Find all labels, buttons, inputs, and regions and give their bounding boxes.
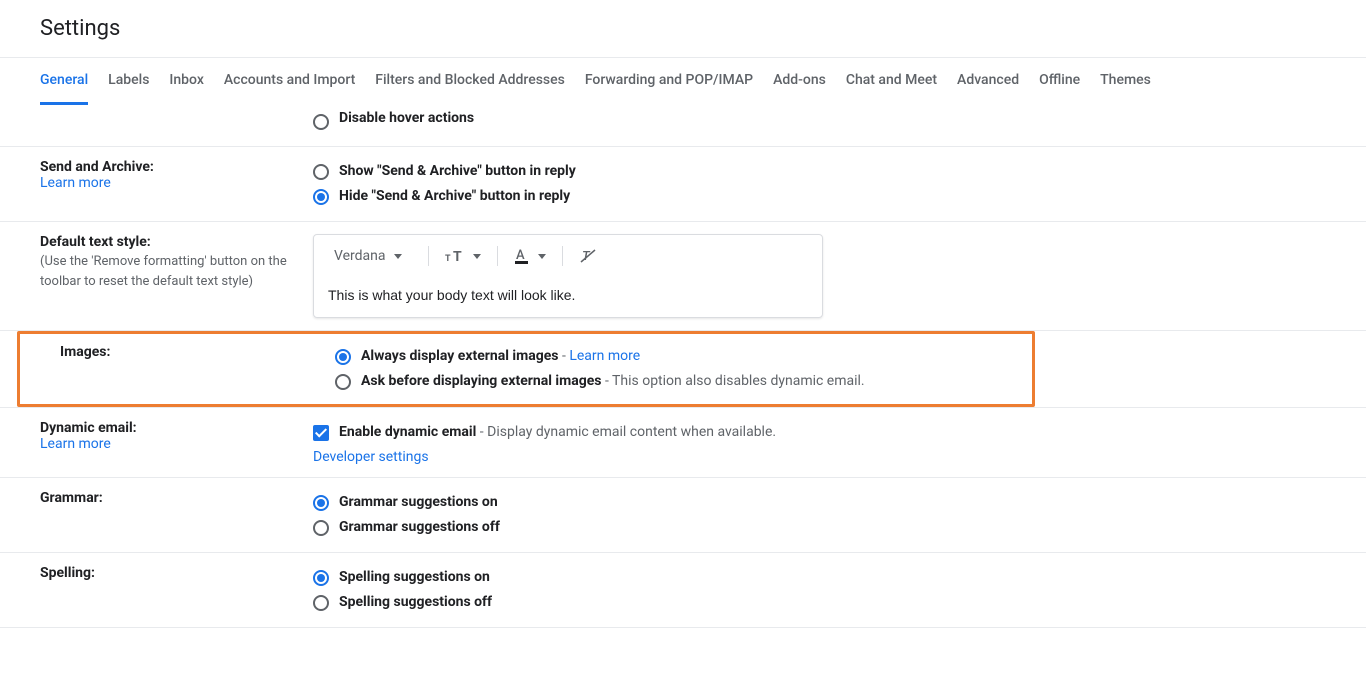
radio-grammar-on[interactable] [313,495,329,511]
link-images-learn-more[interactable]: Learn more [569,348,640,364]
settings-content: Disable hover actions Send and Archive: … [0,105,1366,628]
font-name: Verdana [334,248,386,264]
font-size-picker[interactable]: T T [439,244,487,268]
text-color-icon: A [514,247,530,265]
tab-forwarding-pop-imap[interactable]: Forwarding and POP/IMAP [585,58,753,105]
label-always-display-images: Always display external images [361,348,558,364]
radio-spelling-on[interactable] [313,570,329,586]
tab-inbox[interactable]: Inbox [169,58,203,105]
link-send-archive-learn-more[interactable]: Learn more [40,175,111,191]
chevron-down-icon [394,254,402,259]
separator [428,246,429,266]
font-picker[interactable]: Verdana [328,244,418,268]
label-grammar: Grammar: [40,490,303,506]
tab-accounts-import[interactable]: Accounts and Import [224,58,355,105]
text-color-picker[interactable]: A [508,243,552,269]
svg-text:A: A [516,248,525,263]
label-spelling-off: Spelling suggestions off [339,592,492,613]
label-ask-extra: - This option also disables dynamic emai… [605,373,865,389]
separator [562,246,563,266]
chevron-down-icon [538,254,546,259]
text-style-toolbar: Verdana T T [313,234,823,318]
section-images-highlighted: Images: Always display external images -… [17,331,1035,407]
tab-labels[interactable]: Labels [108,58,149,105]
label-hide-send-archive: Hide "Send & Archive" button in reply [339,186,570,207]
section-default-text-style: Default text style: (Use the 'Remove for… [0,222,1366,331]
text-style-preview: This is what your body text will look li… [314,277,822,317]
label-default-text-style: Default text style: [40,234,303,250]
link-dynamic-email-learn-more[interactable]: Learn more [40,436,111,452]
section-spelling: Spelling: Spelling suggestions on Spelli… [0,553,1366,628]
tab-chat-meet[interactable]: Chat and Meet [846,58,937,105]
label-default-text-style-sub: (Use the 'Remove formatting' button on t… [40,252,303,291]
radio-grammar-off[interactable] [313,520,329,536]
tabs-bar: General Labels Inbox Accounts and Import… [0,57,1366,105]
tab-themes[interactable]: Themes [1100,58,1151,105]
label-spelling-on: Spelling suggestions on [339,567,490,588]
radio-show-send-archive[interactable] [313,164,329,180]
section-grammar: Grammar: Grammar suggestions on Grammar … [0,478,1366,553]
checkbox-enable-dynamic-email[interactable] [313,425,329,441]
radio-disable-hover[interactable] [313,114,329,130]
radio-spelling-off[interactable] [313,595,329,611]
label-images: Images: [60,344,325,360]
label-dynamic-email: Dynamic email: [40,420,303,436]
separator [497,246,498,266]
remove-formatting-button[interactable]: T [573,243,603,269]
page-title: Settings [0,0,1366,57]
tab-general[interactable]: General [40,58,88,105]
section-hover-actions: Disable hover actions [0,105,1366,147]
svg-text:T: T [445,254,451,264]
label-spelling: Spelling: [40,565,303,581]
radio-ask-before-images[interactable] [335,374,351,390]
label-show-send-archive: Show "Send & Archive" button in reply [339,161,576,182]
label-enable-dynamic-extra: - Display dynamic email content when ava… [480,424,776,440]
label-disable-hover: Disable hover actions [339,108,474,129]
link-developer-settings[interactable]: Developer settings [313,449,429,465]
svg-text:T: T [453,249,462,264]
text-size-icon: T T [445,248,465,264]
label-enable-dynamic-email: Enable dynamic email [339,424,476,440]
section-send-archive: Send and Archive: Learn more Show "Send … [0,147,1366,222]
section-dynamic-email: Dynamic email: Learn more Enable dynamic… [0,408,1366,478]
chevron-down-icon [473,254,481,259]
radio-always-display-images[interactable] [335,349,351,365]
tab-advanced[interactable]: Advanced [957,58,1019,105]
label-ask-before-images: Ask before displaying external images [361,373,601,389]
remove-formatting-icon: T [579,247,597,265]
tab-offline[interactable]: Offline [1039,58,1080,105]
tab-filters-blocked[interactable]: Filters and Blocked Addresses [375,58,565,105]
radio-hide-send-archive[interactable] [313,189,329,205]
tab-addons[interactable]: Add-ons [773,58,826,105]
label-send-archive: Send and Archive: [40,159,303,175]
label-grammar-off: Grammar suggestions off [339,517,500,538]
label-grammar-on: Grammar suggestions on [339,492,498,513]
